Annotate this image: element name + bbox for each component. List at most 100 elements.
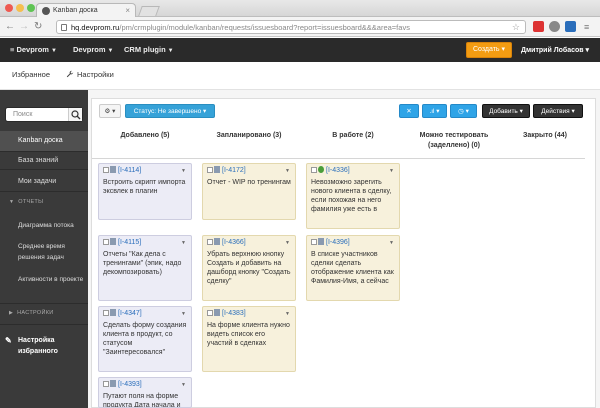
clock-button[interactable]: ◷ ▾ [450, 104, 477, 118]
tab-settings[interactable]: Настройки [66, 70, 114, 79]
browser-toolbar: ← → ↻ hq.devprom.ru/pm/crmplugin/module/… [0, 17, 600, 37]
sidebar: Поиск Kanban доска База знаний Мои задач… [0, 90, 88, 408]
card-menu-icon[interactable]: ▼ [389, 167, 394, 176]
card-text: Путают поля на форме продукта Дата начал… [103, 393, 181, 408]
collapse-arrow-icon: ▼ [9, 199, 15, 205]
card-id[interactable]: [I-4383] [222, 310, 246, 317]
browser-titlebar: Kanban доска × [0, 0, 600, 17]
sidebar-item-my-tasks[interactable]: Мои задачи [0, 176, 88, 187]
extension-adblock-icon[interactable] [533, 21, 544, 32]
tab-favorites[interactable]: Избранное [12, 70, 50, 79]
wrench-icon: ✎ [5, 336, 12, 345]
back-icon[interactable]: ← [5, 21, 15, 33]
sidebar-section-reports[interactable]: ▼ ОТЧЕТЫ [0, 199, 88, 205]
minimize-window-icon[interactable] [16, 4, 24, 12]
card-text: На форме клиента нужно видеть список его… [207, 322, 290, 347]
kanban-card[interactable]: [I-4396] ▼ В списке участников сделки сд… [306, 235, 400, 301]
kanban-card[interactable]: [I-4114] ▼ Встроить скрипт импорта эксвл… [98, 163, 192, 220]
card-id[interactable]: [I-4366] [222, 239, 246, 246]
kanban-card[interactable]: [I-4172] ▼ Отчет - WIP по тренингам [202, 163, 296, 220]
favicon-icon [42, 7, 50, 15]
actions-button[interactable]: Действия ▾ [533, 104, 583, 118]
browser-tab[interactable]: Kanban доска × [36, 3, 136, 17]
kanban-card[interactable]: [I-4383] ▼ На форме клиента нужно видеть… [202, 306, 296, 372]
add-button[interactable]: Добавить ▾ [482, 104, 530, 118]
card-checkbox[interactable] [311, 167, 317, 173]
sidebar-item-avg-time[interactable]: Среднее время решения задач [0, 241, 88, 263]
card-id[interactable]: [I-4393] [118, 381, 142, 388]
search-input[interactable]: Поиск [5, 107, 83, 122]
card-checkbox[interactable] [103, 167, 109, 173]
card-checkbox[interactable] [207, 239, 213, 245]
extension-gear-icon[interactable] [549, 21, 560, 32]
sidebar-divider [0, 324, 88, 325]
user-menu[interactable]: Дмитрий Лобасов ▾ [521, 46, 589, 54]
card-menu-icon[interactable]: ▼ [285, 239, 290, 248]
create-button[interactable]: Создать ▾ [466, 42, 512, 58]
status-filter-button[interactable]: Статус: Не завершено ▾ [125, 104, 215, 118]
close-tab-icon[interactable]: × [125, 6, 130, 15]
card-text: Отчет - WIP по тренингам [207, 179, 291, 186]
kanban-card[interactable]: [I-4347] ▼ Сделать форму создания клиент… [98, 306, 192, 372]
card-checkbox[interactable] [103, 310, 109, 316]
card-id[interactable]: [I-4114] [118, 167, 141, 174]
browser-menu-icon[interactable]: ≡ [584, 21, 589, 33]
kanban-card[interactable]: [I-4393] ▼ Путают поля на форме продукта… [98, 377, 192, 408]
sidebar-divider [0, 191, 88, 192]
close-window-icon[interactable] [5, 4, 13, 12]
card-menu-icon[interactable]: ▼ [181, 167, 186, 176]
card-id[interactable]: [I-4347] [118, 310, 142, 317]
address-bar[interactable]: hq.devprom.ru/pm/crmplugin/module/kanban… [56, 20, 526, 34]
user-avatar-icon [110, 380, 116, 387]
sidebar-item-flow-chart[interactable]: Диаграмма потока [0, 220, 88, 231]
card-checkbox[interactable] [103, 381, 109, 387]
tools-button[interactable]: ✕ [399, 104, 419, 118]
new-tab-button[interactable] [138, 6, 160, 16]
user-avatar-icon [214, 309, 220, 316]
devprom-menu-2[interactable]: Devprom ▼ [73, 45, 113, 54]
sidebar-divider [0, 169, 88, 170]
kanban-card[interactable]: [I-4366] ▼ Убрать верхнюю кнопку Создать… [202, 235, 296, 301]
card-text: Невозможно зарегить нового клиента в сде… [311, 179, 392, 213]
card-menu-icon[interactable]: ▼ [285, 310, 290, 319]
card-checkbox[interactable] [207, 310, 213, 316]
crm-plugin-menu[interactable]: CRM plugin ▼ [124, 45, 174, 54]
reload-icon[interactable]: ↻ [34, 21, 42, 33]
sidebar-section-settings[interactable]: ▶ НАСТРОЙКИ [0, 310, 88, 316]
app-header: ≡ Devprom ▼ Devprom ▼ CRM plugin ▼ Создать … [0, 38, 600, 62]
sidebar-item-knowledge-base[interactable]: База знаний [0, 155, 88, 166]
forward-icon[interactable]: → [19, 21, 29, 33]
bookmark-star-icon[interactable]: ☆ [512, 22, 520, 33]
extension-shield-icon[interactable] [565, 21, 576, 32]
card-id[interactable]: [I-4115] [118, 239, 141, 246]
card-checkbox[interactable] [103, 239, 109, 245]
card-menu-icon[interactable]: ▼ [181, 310, 186, 319]
card-id[interactable]: [I-4396] [326, 239, 350, 246]
card-id[interactable]: [I-4336] [326, 167, 350, 174]
search-button[interactable] [68, 108, 82, 121]
lock-icon [61, 24, 67, 31]
card-menu-icon[interactable]: ▼ [181, 239, 186, 248]
sidebar-item-fav-settings[interactable]: ✎ Настройка избранного [0, 335, 88, 357]
card-menu-icon[interactable]: ▼ [389, 239, 394, 248]
kanban-card[interactable]: [I-4115] ▼ Отчеты "Как дела с тренингами… [98, 235, 192, 301]
card-checkbox[interactable] [311, 239, 317, 245]
card-menu-icon[interactable]: ▼ [181, 381, 186, 390]
sidebar-divider [0, 303, 88, 304]
expand-arrow-icon: ▶ [9, 310, 14, 316]
sidebar-item-activity[interactable]: Активности в проекте [0, 274, 88, 285]
kanban-card[interactable]: [I-4336] ▼ Невозможно зарегить нового кл… [306, 163, 400, 229]
card-id[interactable]: [I-4172] [222, 167, 246, 174]
card-text: Отчеты "Как дела с тренингами" (эпик, на… [103, 251, 182, 276]
settings-gear-button[interactable]: ⚙ ▾ [99, 104, 121, 118]
card-menu-icon[interactable]: ▼ [285, 167, 290, 176]
devprom-menu-1[interactable]: ≡ Devprom ▼ [10, 45, 57, 54]
column-header: Добавлено (5) [120, 132, 170, 139]
sidebar-item-kanban[interactable]: Kanban доска [0, 131, 88, 151]
user-avatar-icon [110, 166, 116, 173]
zoom-window-icon[interactable] [27, 4, 35, 12]
url-path: /pm/crmplugin/module/kanban/requests/iss… [119, 23, 410, 32]
card-checkbox[interactable] [207, 167, 213, 173]
user-avatar-icon [110, 238, 116, 245]
chart-button[interactable]: .ıl ▾ [422, 104, 447, 118]
